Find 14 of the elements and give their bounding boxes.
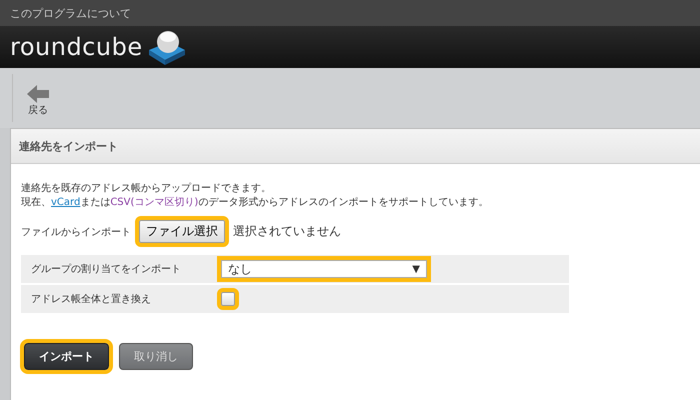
intro-text: 連絡先を既存のアドレス帳からアップロードできます。 [21,182,272,196]
dropdown-arrow: ▼ [412,264,420,274]
vcard-link[interactable]: vCard [51,197,80,208]
file-label: ファイルからインポート [21,226,131,238]
back-arrow-icon [27,85,49,103]
option-label: アドレス帳全体と置き換え [31,292,152,306]
file-status: 選択されていません [233,223,341,240]
panel-title: 連絡先をインポート [19,138,118,154]
about-link[interactable]: このプログラムについて [10,6,131,20]
option-label: グループの割り当てをインポート [31,262,182,276]
cube-icon [146,28,187,66]
formats-text: 現在、vCard またはCSV(コンマ区切り)のデータ形式からアドレスのインポートをサポートしています。 [21,196,490,210]
back-button[interactable]: 戻る [12,74,57,122]
logo-text: roundcube [10,33,143,61]
